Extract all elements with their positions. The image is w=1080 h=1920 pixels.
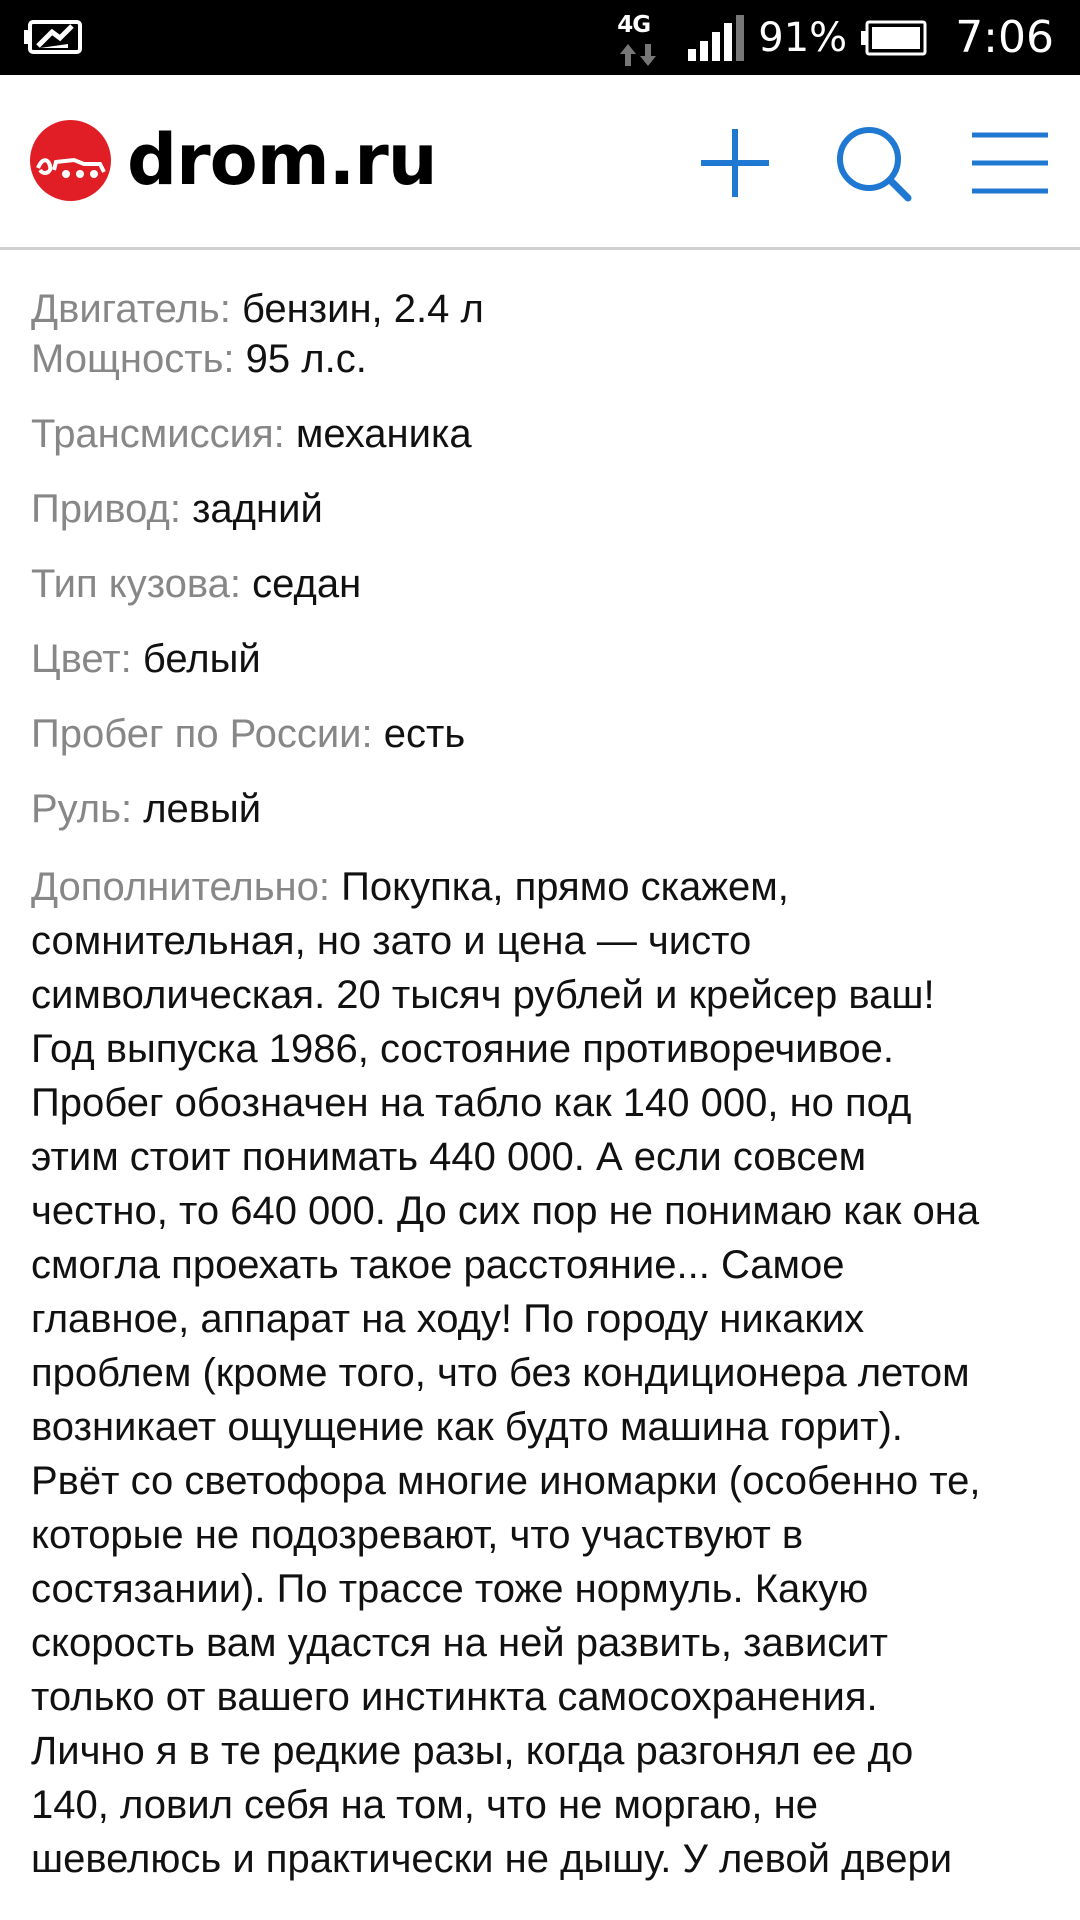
add-listing-button[interactable] <box>695 123 775 203</box>
description-line: возникает ощущение как будто машина гори… <box>31 1405 903 1449</box>
spec-value: седан <box>252 562 362 606</box>
signal-icon <box>688 14 745 61</box>
listing-description: Дополнительно: Покупка, прямо скажем, со… <box>31 860 1056 1886</box>
battery-percent: 91% <box>758 14 848 61</box>
battery-icon <box>861 20 927 55</box>
spec-label: Цвет: <box>31 637 132 681</box>
site-header: drom.ru <box>0 75 1080 250</box>
status-indicators: 4G 91% 7:06 <box>614 0 1054 75</box>
menu-icon <box>972 132 1048 194</box>
description-line: смогла проехать такое расстояние... Само… <box>31 1243 845 1287</box>
description-line: Лично я в те редкие разы, когда разгонял… <box>31 1729 914 1773</box>
spec-steering: Руль: левый <box>31 775 1056 850</box>
description-line: только от вашего инстинкта самосохранени… <box>31 1675 878 1719</box>
description-line: Рвёт со светофора многие иномарки (особе… <box>31 1459 981 1503</box>
description-line: символическая. 20 тысяч рублей и крейсер… <box>31 973 935 1017</box>
spec-label: Привод: <box>31 487 181 531</box>
description-label: Дополнительно: <box>31 865 331 909</box>
spec-value: задний <box>192 487 323 531</box>
description-line: Пробег обозначен на табло как 140 000, н… <box>31 1081 912 1125</box>
spec-label: Руль: <box>31 787 133 831</box>
spec-transmission: Трансмиссия: механика <box>31 400 1056 475</box>
spec-color: Цвет: белый <box>31 625 1056 700</box>
search-button[interactable] <box>833 123 913 203</box>
spec-drive: Привод: задний <box>31 475 1056 550</box>
spec-power: Мощность: 95 л.с. <box>31 325 1056 400</box>
search-icon <box>837 127 912 202</box>
menu-button[interactable] <box>970 123 1050 203</box>
description-line: Год выпуска 1986, состояние противоречив… <box>31 1027 894 1071</box>
spec-label: Трансмиссия: <box>31 412 285 456</box>
description-line: Дополнительно: Покупка, прямо скажем, <box>31 860 1056 914</box>
network-type: 4G <box>617 11 651 38</box>
spec-value: белый <box>142 637 261 681</box>
spec-label: Пробег по России: <box>31 712 373 756</box>
description-line: главное, аппарат на ходу! По городу ника… <box>31 1297 865 1341</box>
description-line: скорость вам удастся на ней развить, зав… <box>31 1621 888 1665</box>
spec-label: Мощность: <box>31 337 235 381</box>
notification-card-icon <box>24 20 82 54</box>
description-line: 140, ловил себя на том, что не моргаю, н… <box>31 1783 818 1827</box>
spec-label: Тип кузова: <box>31 562 242 606</box>
logo-text: drom.ru <box>127 119 438 201</box>
spec-engine: Двигатель: бензин, 2.4 л <box>31 250 1056 331</box>
spec-body-type: Тип кузова: седан <box>31 550 1056 625</box>
spec-label: Двигатель: <box>31 287 231 331</box>
status-bar: 4G 91% 7:06 <box>0 0 1080 75</box>
spec-value: левый <box>143 787 262 831</box>
spec-value: механика <box>295 412 472 456</box>
description-line: шевелюсь и практически не дышу. У левой … <box>31 1837 953 1881</box>
description-text: Покупка, прямо скажем, <box>341 865 789 909</box>
spec-value: бензин, 2.4 л <box>241 287 484 331</box>
description-line: сомнительная, но зато и цена — чисто <box>31 919 752 963</box>
description-line: состязании). По трассе тоже нормуль. Как… <box>31 1567 869 1611</box>
clock: 7:06 <box>955 12 1054 63</box>
description-line: которые не подозревают, что участвуют в <box>31 1513 804 1557</box>
spec-mileage-russia: Пробег по России: есть <box>31 700 1056 775</box>
description-line: этим стоит понимать 440 000. А если совс… <box>31 1135 867 1179</box>
description-line: проблем (кроме того, что без кондиционер… <box>31 1351 970 1395</box>
spec-value: 95 л.с. <box>245 337 367 381</box>
site-logo[interactable]: drom.ru <box>30 119 438 201</box>
description-line: честно, то 640 000. До сих пор не понима… <box>31 1189 980 1233</box>
network-4g-icon: 4G <box>614 8 658 68</box>
add-icon <box>701 129 769 197</box>
drom-logo-icon <box>30 120 111 201</box>
spec-value: есть <box>383 712 466 756</box>
listing-specs: Двигатель: бензин, 2.4 л Мощность: 95 л.… <box>31 250 1056 1920</box>
